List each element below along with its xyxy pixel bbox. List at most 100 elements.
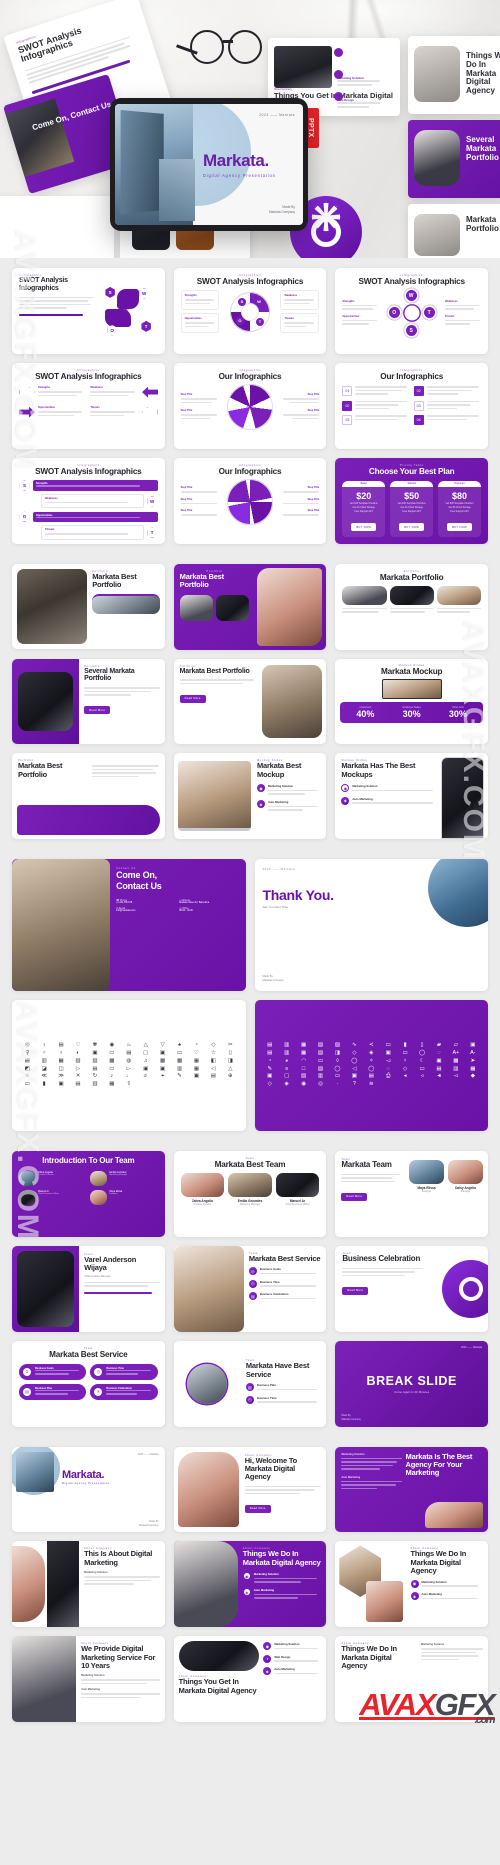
brand-title: Markata. xyxy=(62,1468,105,1481)
slide-card[interactable]: About Company Hi, Welcome To Markata Dig… xyxy=(173,1446,327,1533)
stat-value: 30% xyxy=(402,708,421,719)
slide-card[interactable]: About Company Things You Get In Markata … xyxy=(173,1636,327,1723)
slide-card[interactable]: About Company Things We Do In Markata Di… xyxy=(335,1541,488,1628)
slide-card[interactable]: Team Varel Anderson Wijaya Chief Creativ… xyxy=(12,1245,165,1332)
step-title: Step Title xyxy=(180,409,193,413)
photo xyxy=(18,671,74,731)
contact-value: 08.00 - 20.00 xyxy=(179,909,193,912)
step-title: Step Title xyxy=(307,497,320,501)
megaphone-icon: ◈ xyxy=(410,1592,419,1601)
read-more-button[interactable]: Read More xyxy=(341,1192,368,1201)
slide-card[interactable]: Mockup Slides Markata Best Mockup ◉ Mark… xyxy=(173,753,327,840)
slide-card[interactable]: Portfolio Markata Best Portfolio xyxy=(12,563,165,650)
swot-heading: Weakness xyxy=(284,294,298,298)
buy-now-button[interactable]: BUY NOW xyxy=(351,523,377,532)
slide-card[interactable]: Infographics Our Infographics Step Title… xyxy=(173,457,327,544)
slide-card-icons-dark[interactable]: ▤ ▥ ▦ ▧ ▨ ∿ ≺ ▭ ▮ ▯ ▰ ▱ ▣ ▤ ▥ ▦ ▧ ◨ ◇ ◈ ▣ ▭ ◯ ◌ A+ A- ◔ ◕ ◠ ▭ ◊ ◯ ✧ ◅ ♮ ☾ ▣ ▩… xyxy=(254,999,488,1131)
icon-glyph: ◨ xyxy=(334,1049,340,1056)
read-more-button[interactable]: Read More xyxy=(342,1286,369,1295)
read-more-button[interactable]: Read More xyxy=(179,694,206,703)
photo xyxy=(179,595,213,622)
slide-card[interactable]: Infographics SWOT Analysis Infographics … xyxy=(12,457,165,544)
slide-card[interactable]: Infographics SWOT Analysis Infographics … xyxy=(335,268,488,354)
slide-card-icons-light[interactable]: ◎ ♀ ▤ ♡ ✾ ◉ ♨ △ ▽ ♠ ◔ ◇ ✂ ⚲ ♂ ♁ ◐ ▣ ▭ ▤ ▢ ▣ ▭ ♡ ☆ ▯ ▤ ▥ ▦ ▧ ▨ ▩ ◍ ♫ ▩ ▩ ▦ ◧ ◨ ◩… xyxy=(12,999,246,1131)
slide-card[interactable]: Infographics Our Infographics Step Title… xyxy=(173,362,327,449)
section-contact: Contact Us Come On, Contact Us ☎ Phone +… xyxy=(0,849,500,1141)
contact-item: ✉ Email info@markata.com xyxy=(116,907,176,912)
bullet-label: Web Design xyxy=(274,1654,291,1659)
step-badge: 04 xyxy=(413,415,424,426)
icon-glyph: ◨ xyxy=(227,1057,233,1064)
slide-card[interactable]: Team Business Celebration Read More xyxy=(335,1245,488,1332)
slide-card[interactable]: Team Markata Team Read More Maya Elissa … xyxy=(335,1150,488,1237)
icon-glyph: ◇ xyxy=(267,1081,272,1088)
swot-heading: Weakness xyxy=(90,386,103,390)
icon-glyph: ▦ xyxy=(193,1065,199,1072)
icon-glyph: ▢ xyxy=(284,1073,290,1080)
slide-card[interactable]: About Company This Is About Digital Mark… xyxy=(12,1541,165,1628)
icon-glyph: ▻ xyxy=(126,1065,131,1072)
slide-title: Hi, Welcome To Markata Digital Agency xyxy=(244,1455,298,1482)
slide-card[interactable]: Team Markata Best Service ♔ Business Goa… xyxy=(12,1340,165,1427)
slide-card[interactable]: Portfolio Markata Best Portfolio Read Mo… xyxy=(173,658,327,745)
slide-card-pricing[interactable]: Pricing Table Choose Your Best Plan Basi… xyxy=(335,457,488,544)
slide-card-break[interactable]: 2023 —— Markata BREAK SLIDE Come Again I… xyxy=(335,1340,488,1427)
contact-item: ⌖ Address Markata Street 12, Barcelona xyxy=(179,899,239,904)
slide-card-thankyou[interactable]: 2023 —— Markata Thank You. See You Next … xyxy=(254,859,488,991)
icon-glyph: ◊ xyxy=(336,1057,339,1064)
slide-card[interactable]: Mockup Slides Markata Has The Best Mocku… xyxy=(335,753,488,840)
icon-glyph: ◕ xyxy=(285,1057,289,1064)
slide-card[interactable]: Infographics SWOT Analysis Infographics … xyxy=(12,268,165,354)
laptop-mockup xyxy=(177,761,251,832)
slide-card[interactable]: 2023 —— Markata Markata. Digital Agency … xyxy=(12,1446,165,1533)
slide-card[interactable]: Mockup Slides Markata Mockup Investment … xyxy=(335,658,488,745)
member-role: Chief Executive Officer xyxy=(285,1203,310,1207)
slide-card[interactable]: About Company Things We Do In Markata Di… xyxy=(173,1541,327,1628)
slide-card[interactable]: Portfolio Markata Portfolio xyxy=(335,563,488,650)
icon-glyph: ◎ xyxy=(318,1081,323,1088)
slide-card[interactable]: Portfolio Markata Best Portfolio xyxy=(173,563,327,650)
photo xyxy=(12,1546,45,1623)
bullet-label: Business Plan xyxy=(256,1383,276,1388)
read-more-button[interactable]: Read More xyxy=(84,706,111,715)
icon-glyph: ◆ xyxy=(470,1073,475,1080)
made-by-label: Made By xyxy=(262,975,273,979)
slide-card[interactable]: Portfolio Markata Best Portfolio xyxy=(12,753,165,840)
slide-card[interactable]: Portfolio Several Markata Portfolio Read… xyxy=(12,658,165,745)
icon-glyph: ⎙ xyxy=(386,1073,391,1080)
icon-glyph: ≺ xyxy=(368,1041,374,1048)
slide-card-contact[interactable]: Contact Us Come On, Contact Us ☎ Phone +… xyxy=(12,859,246,991)
plan-name: Started xyxy=(390,480,434,487)
buy-now-button[interactable]: BUY NOW xyxy=(399,523,425,532)
icon-glyph: ▣ xyxy=(160,1065,166,1072)
slide-card[interactable]: Team Markata Best Service ◎ Business Goa… xyxy=(173,1245,327,1332)
arrow-icon xyxy=(142,407,158,418)
slide-card[interactable]: Team Markata Best Team Zahra Angelia Cre… xyxy=(173,1150,327,1237)
read-more-button[interactable]: Read More xyxy=(244,1504,271,1513)
slide-card[interactable]: Introduction To Our Team Zahra Angelia C… xyxy=(12,1150,165,1237)
pricing-plan[interactable]: Started $50 Get 200 Template Premium Get… xyxy=(390,480,434,537)
slide-card[interactable]: Infographics SWOT Analysis Infographics … xyxy=(173,268,327,354)
slide-card[interactable]: Marketing Solution Auto Marketing Markat… xyxy=(335,1446,488,1533)
pricing-plan[interactable]: Basic $20 Get 100 Template Premium Get 1… xyxy=(342,480,386,537)
photo xyxy=(92,594,160,615)
icon-glyph: ♠ xyxy=(178,1041,181,1048)
icon-glyph: ▦ xyxy=(301,1041,307,1048)
slide-card[interactable]: About Company We Provide Digital Marketi… xyxy=(12,1636,165,1723)
stat-value: 30% xyxy=(448,708,467,719)
slide-card[interactable]: Infographics SWOT Analysis Infographics … xyxy=(12,362,165,449)
photo xyxy=(12,859,111,991)
icon-glyph: ▥ xyxy=(317,1073,324,1080)
slide-card[interactable]: Team Markata Have Best Service ▤ Busines… xyxy=(173,1340,327,1427)
buy-now-button[interactable]: BUY NOW xyxy=(447,523,472,532)
slide-title: Markata Mockup xyxy=(380,666,443,676)
slide-card[interactable]: Infographics Our Infographics 01 02 02 0… xyxy=(335,362,488,449)
icon-glyph: ▮ xyxy=(403,1041,407,1048)
icon-glyph: ◪ xyxy=(41,1065,47,1072)
pricing-plan[interactable]: Premium $80 Get 500 Template Premium Get… xyxy=(438,480,481,537)
icon-glyph: ▢ xyxy=(143,1049,149,1056)
icon-glyph: ▦ xyxy=(193,1057,199,1064)
slide-title: Markata Best Team xyxy=(214,1159,286,1169)
swot-letter: S xyxy=(405,325,417,337)
avatar xyxy=(228,1173,272,1198)
